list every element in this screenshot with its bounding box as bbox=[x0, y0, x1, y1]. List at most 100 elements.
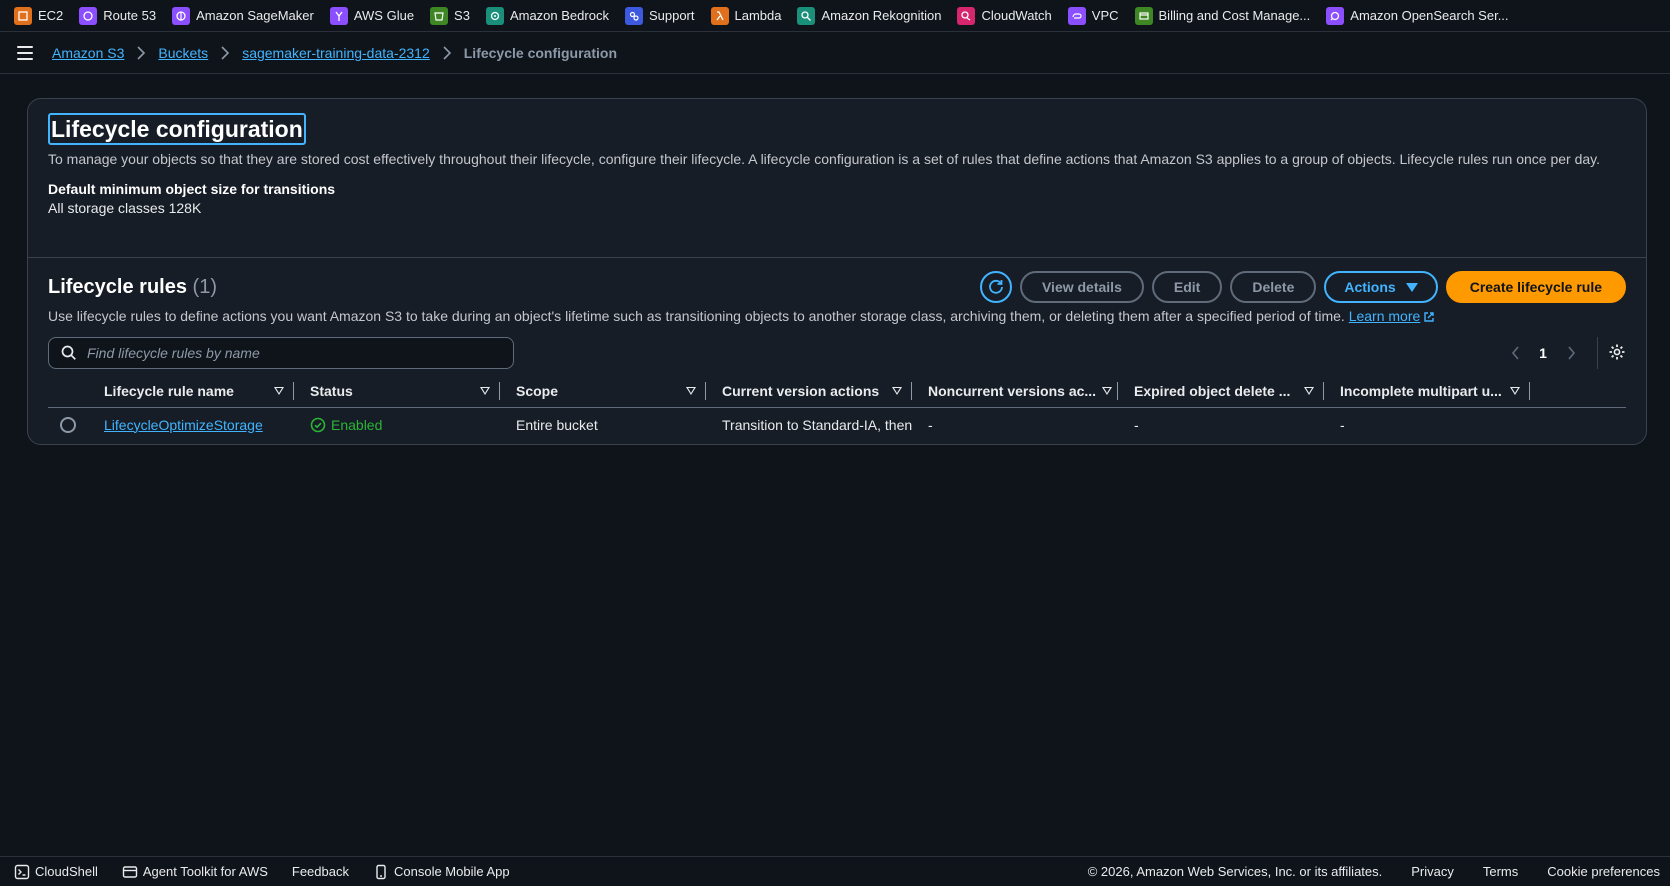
learn-more-link[interactable]: Learn more bbox=[1349, 308, 1421, 324]
preferences-button[interactable] bbox=[1608, 343, 1626, 364]
favorite-route53[interactable]: Route 53 bbox=[79, 0, 156, 32]
column-header-scope[interactable]: Scope bbox=[500, 375, 706, 407]
cloudshell-button[interactable]: CloudShell bbox=[14, 864, 98, 880]
favorite-bedrock[interactable]: Amazon Bedrock bbox=[485, 0, 609, 32]
privacy-link[interactable]: Privacy bbox=[1411, 864, 1454, 879]
mobile-app-link[interactable]: Console Mobile App bbox=[373, 864, 510, 880]
terminal-icon bbox=[14, 864, 30, 879]
favorite-lambda[interactable]: Lambda bbox=[710, 0, 781, 32]
column-header-status[interactable]: Status bbox=[294, 375, 500, 407]
view-details-button[interactable]: View details bbox=[1019, 271, 1144, 303]
breadcrumb-amazon-s3[interactable]: Amazon S3 bbox=[52, 45, 124, 61]
min-size-label: Default minimum object size for transiti… bbox=[48, 181, 336, 197]
create-lifecycle-rule-button[interactable]: Create lifecycle rule bbox=[1445, 271, 1626, 303]
lifecycle-panel: Lifecycle configuration To manage your o… bbox=[27, 98, 1647, 445]
sort-icon bbox=[274, 387, 284, 395]
rules-toolbar: View details Edit Delete Actions Create … bbox=[979, 271, 1626, 303]
column-header-expired-delete[interactable]: Expired object delete ... bbox=[1118, 375, 1324, 407]
column-header-incomplete-multipart[interactable]: Incomplete multipart u... bbox=[1324, 375, 1530, 407]
caret-down-icon bbox=[1405, 282, 1418, 292]
favorite-billing[interactable]: Billing and Cost Manage... bbox=[1134, 0, 1310, 32]
breadcrumb-buckets[interactable]: Buckets bbox=[158, 45, 208, 61]
rule-name-cell: LifecycleOptimizeStorage bbox=[88, 417, 294, 433]
search-icon bbox=[61, 345, 76, 360]
s3-icon bbox=[430, 6, 449, 25]
feedback-link[interactable]: Feedback bbox=[292, 864, 349, 879]
favorite-cloudwatch[interactable]: CloudWatch bbox=[957, 0, 1052, 32]
favorite-support[interactable]: Support bbox=[624, 0, 695, 32]
min-size-value: All storage classes 128K bbox=[48, 200, 202, 216]
refresh-button[interactable] bbox=[979, 271, 1012, 303]
pager-divider bbox=[1597, 337, 1598, 369]
support-icon bbox=[624, 6, 643, 25]
menu-icon[interactable] bbox=[17, 46, 33, 60]
table-header: Lifecycle rule name Status Scope Current… bbox=[48, 375, 1626, 408]
rekognition-icon bbox=[797, 6, 816, 25]
column-header-name[interactable]: Lifecycle rule name bbox=[88, 375, 294, 407]
expired-delete-cell: - bbox=[1134, 416, 1139, 433]
table-body: LifecycleOptimizeStorage Enabled Entire … bbox=[48, 408, 1626, 441]
delete-button[interactable]: Delete bbox=[1230, 271, 1317, 303]
favorite-sagemaker[interactable]: Amazon SageMaker bbox=[172, 0, 314, 32]
search-field[interactable] bbox=[48, 337, 514, 369]
page-title: Lifecycle configuration bbox=[48, 113, 306, 145]
rules-heading: Lifecycle rules (1) bbox=[48, 276, 217, 298]
current-version-cell: Transition to Standard-IA, then I bbox=[722, 416, 912, 433]
glue-icon bbox=[329, 6, 348, 25]
rules-count: (1) bbox=[192, 276, 217, 298]
rule-name-link[interactable]: LifecycleOptimizeStorage bbox=[104, 417, 263, 433]
status-badge: Enabled bbox=[310, 417, 490, 433]
favorite-opensearch[interactable]: Amazon OpenSearch Ser... bbox=[1326, 0, 1509, 32]
next-page-button[interactable] bbox=[1559, 346, 1583, 360]
terms-link[interactable]: Terms bbox=[1483, 864, 1518, 879]
favorite-glue[interactable]: AWS Glue bbox=[329, 0, 414, 32]
search-input[interactable] bbox=[87, 345, 487, 361]
chevron-left-icon bbox=[1511, 346, 1519, 360]
copyright: © 2026, Amazon Web Services, Inc. or its… bbox=[1087, 864, 1383, 879]
lambda-icon bbox=[710, 6, 729, 25]
footer-right: © 2026, Amazon Web Services, Inc. or its… bbox=[1059, 864, 1660, 879]
favorite-rekognition[interactable]: Amazon Rekognition bbox=[797, 0, 941, 32]
previous-page-button[interactable] bbox=[1503, 346, 1527, 360]
row-radio[interactable] bbox=[60, 416, 76, 433]
breadcrumb-bucket[interactable]: sagemaker-training-data-2312 bbox=[242, 45, 430, 61]
row-select-cell bbox=[48, 416, 88, 433]
pagination: 1 bbox=[1503, 337, 1626, 369]
chevron-right-icon bbox=[1567, 346, 1575, 360]
cloudwatch-icon bbox=[957, 6, 976, 25]
scope-cell: Entire bucket bbox=[516, 416, 598, 433]
sort-icon bbox=[1102, 387, 1113, 395]
edit-button[interactable]: Edit bbox=[1151, 271, 1223, 303]
mobile-icon bbox=[376, 864, 386, 879]
favorite-s3[interactable]: S3 bbox=[430, 0, 470, 32]
chevron-right-icon bbox=[442, 46, 452, 60]
favorite-vpc[interactable]: VPC bbox=[1067, 0, 1119, 32]
column-header-current-version[interactable]: Current version actions bbox=[706, 375, 912, 407]
breadcrumb-bar: Amazon S3 Buckets sagemaker-training-dat… bbox=[0, 33, 1670, 74]
breadcrumb-current: Lifecycle configuration bbox=[463, 45, 617, 61]
sort-icon bbox=[892, 387, 902, 395]
page-number[interactable]: 1 bbox=[1527, 345, 1559, 361]
console-footer: CloudShell Agent Toolkit for AWS Feedbac… bbox=[0, 856, 1670, 886]
sagemaker-icon bbox=[172, 6, 191, 25]
cookie-preferences-link[interactable]: Cookie preferences bbox=[1547, 864, 1660, 879]
sort-icon bbox=[1510, 387, 1520, 395]
agent-toolkit-button[interactable]: Agent Toolkit for AWS bbox=[122, 864, 268, 880]
incomplete-multipart-cell: - bbox=[1340, 416, 1345, 433]
actions-button[interactable]: Actions bbox=[1324, 271, 1438, 303]
sort-icon bbox=[480, 387, 490, 395]
select-column-header bbox=[48, 375, 88, 407]
bedrock-icon bbox=[485, 6, 504, 25]
chevron-right-icon bbox=[136, 46, 146, 60]
favorites-bar: EC2 Route 53 Amazon SageMaker AWS Glue S… bbox=[0, 0, 1670, 32]
column-header-noncurrent-versions[interactable]: Noncurrent versions ac... bbox=[912, 375, 1118, 407]
chevron-right-icon bbox=[220, 46, 230, 60]
lifecycle-rules-table: Lifecycle rule name Status Scope Current… bbox=[48, 375, 1626, 441]
table-row[interactable]: LifecycleOptimizeStorage Enabled Entire … bbox=[48, 408, 1626, 441]
billing-icon bbox=[1134, 6, 1153, 25]
favorite-ec2[interactable]: EC2 bbox=[14, 0, 63, 32]
sort-icon bbox=[1304, 387, 1314, 395]
route53-icon bbox=[79, 6, 98, 25]
check-circle-icon bbox=[310, 417, 326, 432]
external-link-icon bbox=[1424, 312, 1434, 322]
